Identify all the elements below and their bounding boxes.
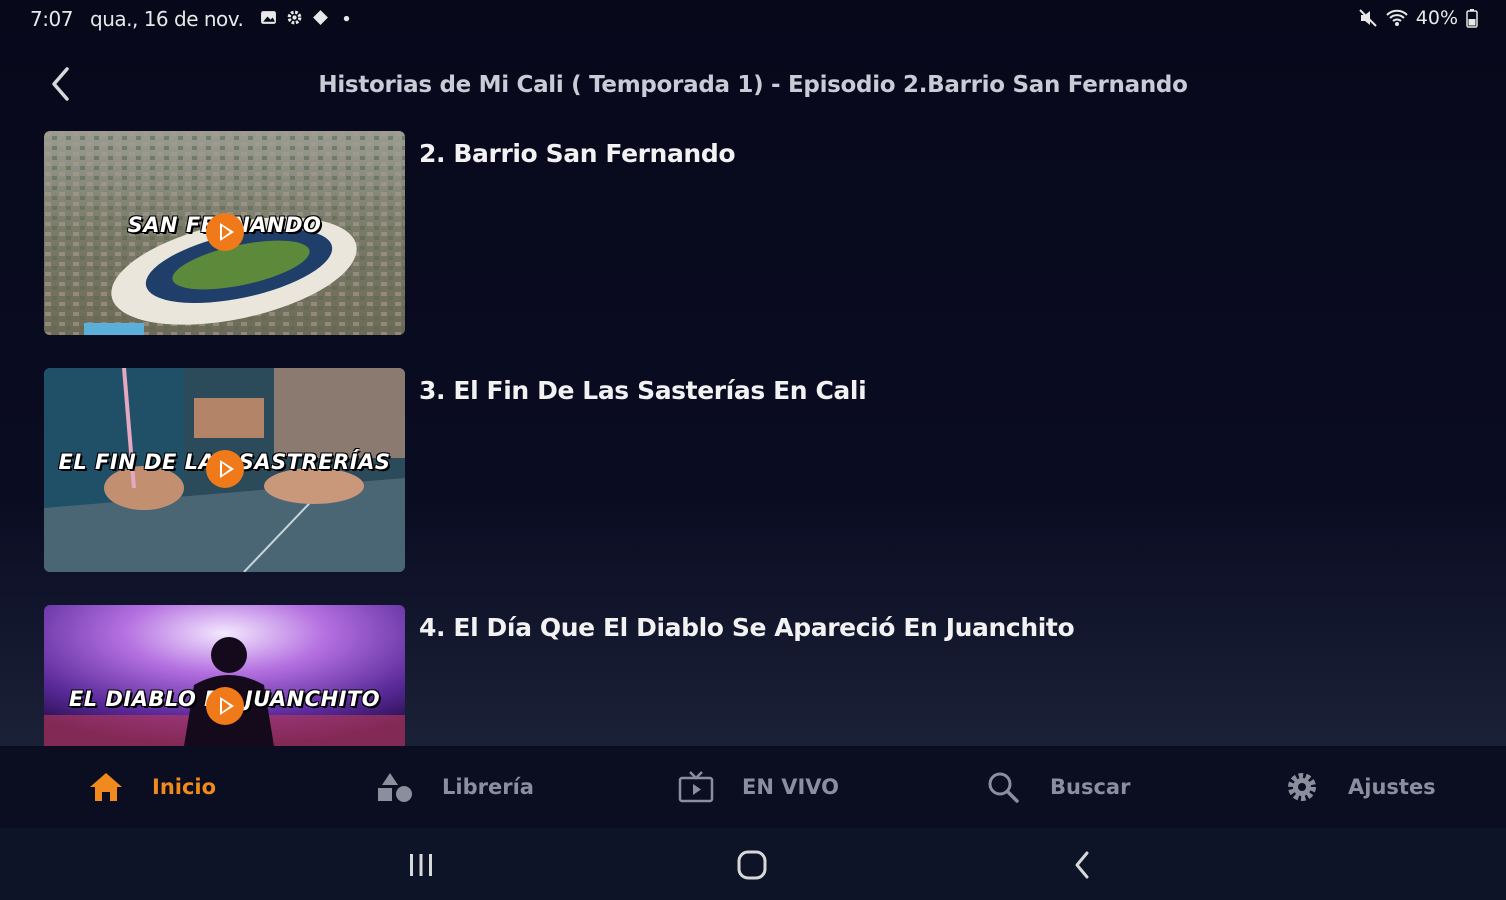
status-date: qua., 16 de nov.: [90, 7, 244, 31]
bottom-nav: Inicio Librería EN VIVO Buscar Ajustes: [0, 746, 1506, 828]
settings-notif-icon: [287, 10, 302, 25]
library-icon: [378, 773, 412, 802]
battery-percent: 40%: [1415, 7, 1458, 29]
nav-label: Buscar: [1050, 775, 1131, 799]
live-tv-icon: [678, 771, 714, 803]
play-icon[interactable]: [206, 213, 244, 251]
play-icon[interactable]: [206, 687, 244, 725]
status-time: 7:07: [30, 7, 73, 31]
system-nav-bar: [0, 828, 1506, 900]
episode-title[interactable]: 4. El Día Que El Diablo Se Apareció En J…: [419, 613, 1075, 642]
nav-label: Ajustes: [1348, 775, 1436, 799]
system-back-button[interactable]: [1059, 842, 1105, 888]
mute-icon: [1359, 9, 1377, 27]
home-circle-icon: [737, 850, 767, 880]
notification-icons: [260, 9, 355, 26]
nav-item-inicio[interactable]: Inicio: [88, 746, 216, 828]
back-chevron-icon: [1075, 851, 1089, 879]
status-bar: 7:07 qua., 16 de nov. 40%: [0, 0, 1506, 38]
episode-thumbnail[interactable]: SAN FERNANDO: [44, 131, 405, 335]
home-button[interactable]: [729, 842, 775, 888]
diamond-icon: [313, 10, 328, 25]
search-icon: [988, 772, 1019, 803]
episode-item[interactable]: EL FIN DE LAS SASTRERÍAS 3. El Fin De La…: [44, 368, 1464, 574]
recent-apps-button[interactable]: [398, 842, 444, 888]
nav-label: Inicio: [152, 775, 217, 799]
episode-item[interactable]: SAN FERNANDO 2. Barrio San Fernando: [44, 131, 1464, 337]
gallery-icon: [261, 11, 276, 24]
episode-title[interactable]: 2. Barrio San Fernando: [419, 139, 735, 168]
play-icon[interactable]: [206, 450, 244, 488]
wifi-icon: [1386, 9, 1408, 26]
dot-icon: [343, 15, 350, 22]
gear-icon: [1288, 773, 1316, 801]
episode-thumbnail[interactable]: EL DIABLO EN JUANCHITO: [44, 605, 405, 746]
nav-item-buscar[interactable]: Buscar: [986, 746, 1130, 828]
nav-item-ajustes[interactable]: Ajustes: [1284, 746, 1436, 828]
nav-item-libreria[interactable]: Librería: [376, 746, 534, 828]
status-right: 40%: [1358, 7, 1478, 29]
episode-thumbnail[interactable]: EL FIN DE LAS SASTRERÍAS: [44, 368, 405, 572]
episode-title[interactable]: 3. El Fin De Las Sasterías En Cali: [419, 376, 867, 405]
battery-icon: [1466, 9, 1478, 28]
page-title: Historias de Mi Cali ( Temporada 1) - Ep…: [318, 72, 1188, 98]
nav-item-en-vivo[interactable]: EN VIVO: [678, 746, 839, 828]
nav-label: Librería: [442, 775, 534, 799]
nav-label: EN VIVO: [742, 775, 840, 799]
home-icon: [90, 773, 122, 801]
recent-apps-icon: [410, 854, 432, 876]
